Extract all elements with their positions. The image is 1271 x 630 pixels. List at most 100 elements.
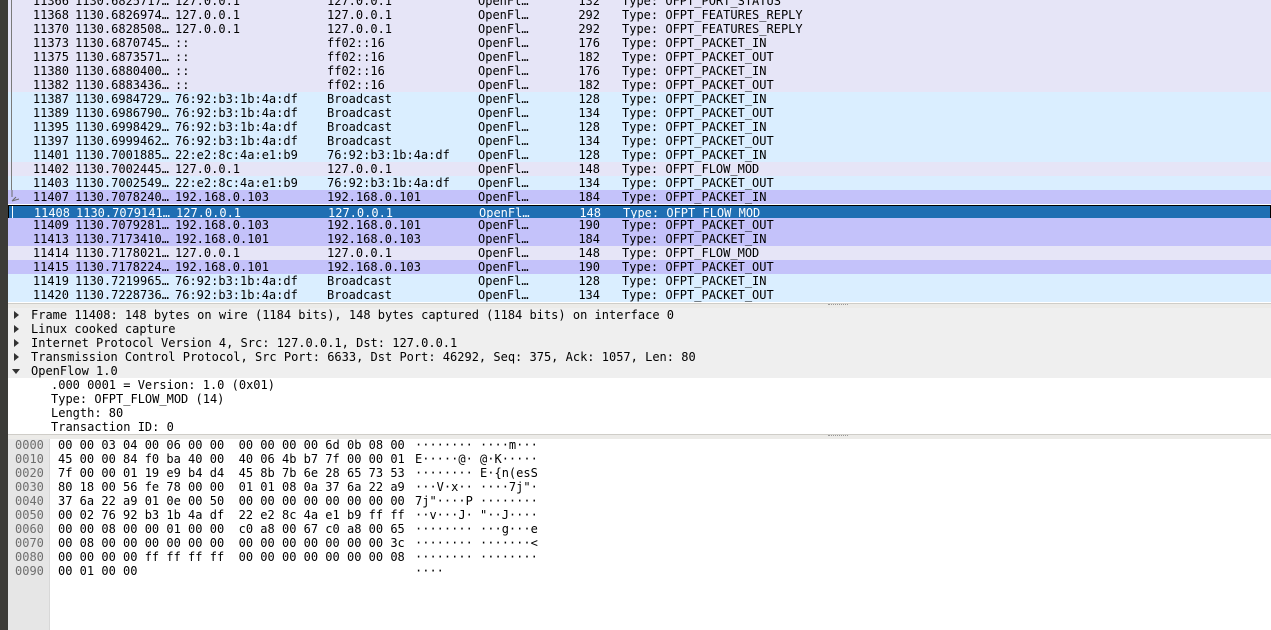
bytes-hex: 00 02 76 92 b3 1b 4a df 22 e2 8c 4a e1 b… — [58, 508, 405, 522]
packet-number: 11420 — [32, 288, 69, 302]
detail-tree-item[interactable]: Frame 11408: 148 bytes on wire (1184 bit… — [8, 308, 1271, 322]
packet-info: Type: OFPT_PORT_STATUS — [622, 0, 781, 8]
detail-field[interactable]: Length: 80 — [8, 406, 1271, 420]
packet-length: 176 — [578, 36, 600, 50]
bytes-hex: 00 00 03 04 00 06 00 00 00 00 00 00 6d 0… — [58, 438, 405, 452]
bytes-row[interactable]: 0090 00 01 00 00 ···· — [8, 564, 1271, 578]
packet-source: 22:e2:8c:4a:e1:b9 — [175, 148, 298, 162]
packet-destination: Broadcast — [327, 274, 393, 288]
packet-protocol: OpenFl… — [478, 232, 529, 246]
packet-time: 1130.7001885… — [75, 148, 169, 162]
packet-row[interactable]: 11389 1130.6986790… 76:92:b3:1b:4a:df Broad… — [8, 106, 1271, 120]
detail-tree-item[interactable]: Internet Protocol Version 4, Src: 127.0.… — [8, 336, 1271, 350]
packet-source: :: — [175, 78, 190, 92]
bytes-row[interactable]: 0030 80 18 00 56 fe 78 00 00 01 01 08 0a … — [8, 480, 1271, 494]
packet-protocol: OpenFl… — [478, 8, 529, 22]
detail-field[interactable]: Transaction ID: 0 — [8, 420, 1271, 434]
packet-info: Type: OFPT_FEATURES_REPLY — [622, 8, 803, 22]
packet-source: 76:92:b3:1b:4a:df — [175, 106, 298, 120]
packet-row[interactable]: 11395 1130.6998429… 76:92:b3:1b:4a:df Broad… — [8, 120, 1271, 134]
packet-row[interactable]: 11407 1130.7078240… 192.168.0.103 192.168.0… — [8, 190, 1271, 204]
packet-list[interactable]: 11366 1130.6825717… 127.0.0.1 127.0.0.1 Open… — [8, 0, 1271, 303]
packet-row[interactable]: 11401 1130.7001885… 22:e2:8c:4a:e1:b9 76:92… — [8, 148, 1271, 162]
bytes-row[interactable]: 0000 00 00 03 04 00 06 00 00 00 00 00 00 … — [8, 438, 1271, 452]
packet-row-selected[interactable]: 11408 1130.7079141… 127.0.0.1 127.0.0.1 Open… — [8, 205, 1271, 220]
packet-number: 11397 — [32, 134, 69, 148]
packet-protocol: OpenFl… — [478, 22, 529, 36]
packet-time: 1130.6986790… — [75, 106, 169, 120]
bytes-offset: 0080 — [15, 550, 44, 564]
expand-right-icon[interactable] — [14, 325, 19, 333]
packet-length: 134 — [578, 288, 600, 302]
bytes-row[interactable]: 0080 00 00 00 00 ff ff ff ff 00 00 00 00 … — [8, 550, 1271, 564]
packet-row[interactable]: 11382 1130.6883436…:: ff02::16 OpenFl… 182 Ty… — [8, 78, 1271, 92]
bytes-ascii: ········ ····m··· — [415, 438, 538, 452]
packet-destination: 127.0.0.1 — [327, 246, 393, 260]
packet-destination: 192.168.0.103 — [327, 232, 421, 246]
packet-destination: 192.168.0.101 — [327, 190, 421, 204]
packet-details-tree[interactable]: Frame 11408: 148 bytes on wire (1184 bit… — [8, 308, 1271, 434]
packet-row[interactable]: 11375 1130.6873571…:: ff02::16 OpenFl… 182 Ty… — [8, 50, 1271, 64]
packet-row[interactable]: 11370 1130.6828508… 127.0.0.1 127.0.0.1 Open… — [8, 22, 1271, 36]
packet-row[interactable]: 11419 1130.7219965… 76:92:b3:1b:4a:df Broad… — [8, 274, 1271, 288]
detail-tree-item[interactable]: Transmission Control Protocol, Src Port:… — [8, 350, 1271, 364]
packet-destination: 127.0.0.1 — [327, 8, 393, 22]
packet-info: Type: OFPT_FEATURES_REPLY — [622, 22, 803, 36]
packet-row[interactable]: 11368 1130.6826974… 127.0.0.1 127.0.0.1 Open… — [8, 8, 1271, 22]
packet-number: 11413 — [32, 232, 69, 246]
expand-right-icon[interactable] — [14, 311, 19, 319]
detail-text: Length: 80 — [51, 406, 124, 420]
bytes-ascii: ···V·x·· ····7j"· — [415, 480, 538, 494]
expand-down-icon[interactable] — [12, 369, 20, 374]
detail-text: Frame 11408: 148 bytes on wire (1184 bit… — [31, 308, 674, 322]
packet-row[interactable]: 11420 1130.7228736… 76:92:b3:1b:4a:df Broad… — [8, 288, 1271, 302]
detail-tree-item[interactable]: Linux cooked capture — [8, 322, 1271, 336]
packet-row[interactable]: 11409 1130.7079281… 192.168.0.103 192.168.0… — [8, 218, 1271, 232]
bytes-ascii: ········ ·······< — [415, 536, 538, 550]
packet-row[interactable]: 11366 1130.6825717… 127.0.0.1 127.0.0.1 Open… — [8, 0, 1271, 8]
bytes-offset: 0060 — [15, 522, 44, 536]
bytes-ascii: ········ ········ — [415, 550, 538, 564]
detail-field[interactable]: .000 0001 = Version: 1.0 (0x01) — [8, 378, 1271, 392]
packet-row[interactable]: 11397 1130.6999462… 76:92:b3:1b:4a:df Broad… — [8, 134, 1271, 148]
packet-info: Type: OFPT_PACKET_IN — [622, 232, 767, 246]
packet-source: 76:92:b3:1b:4a:df — [175, 134, 298, 148]
packet-info: Type: OFPT_PACKET_OUT — [622, 176, 774, 190]
packet-info: Type: OFPT_PACKET_IN — [622, 148, 767, 162]
packet-row[interactable]: 11403 1130.7002549… 22:e2:8c:4a:e1:b9 76:92… — [8, 176, 1271, 190]
bytes-row[interactable]: 0010 45 00 00 84 f0 ba 40 00 40 06 4b b7 … — [8, 452, 1271, 466]
packet-source: 127.0.0.1 — [175, 246, 241, 260]
bytes-row[interactable]: 0040 37 6a 22 a9 01 0e 00 50 00 00 00 00 … — [8, 494, 1271, 508]
packet-info: Type: OFPT_PACKET_IN — [622, 274, 767, 288]
packet-destination: 76:92:b3:1b:4a:df — [327, 176, 450, 190]
packet-row[interactable]: 11414 1130.7178021… 127.0.0.1 127.0.0.1 Open… — [8, 246, 1271, 260]
bytes-row[interactable]: 0050 00 02 76 92 b3 1b 4a df 22 e2 8c 4a … — [8, 508, 1271, 522]
expand-right-icon[interactable] — [14, 339, 19, 347]
packet-info: Type: OFPT_PACKET_OUT — [622, 288, 774, 302]
detail-tree-item[interactable]: OpenFlow 1.0 — [8, 364, 1271, 378]
packet-source: 76:92:b3:1b:4a:df — [175, 274, 298, 288]
packet-length: 182 — [578, 78, 600, 92]
packet-row[interactable]: 11373 1130.6870745…:: ff02::16 OpenFl… 176 Ty… — [8, 36, 1271, 50]
packet-bytes-pane[interactable]: 0000 00 00 03 04 00 06 00 00 00 00 00 00 … — [8, 438, 1271, 630]
packet-source: :: — [175, 50, 190, 64]
bytes-row[interactable]: 0070 00 08 00 00 00 00 00 00 00 00 00 00 … — [8, 536, 1271, 550]
packet-time: 1130.7173410… — [75, 232, 169, 246]
bytes-row[interactable]: 0060 00 00 08 00 00 01 00 00 c0 a8 00 67 … — [8, 522, 1271, 536]
packet-row[interactable]: 11413 1130.7173410… 192.168.0.101 192.168.0… — [8, 232, 1271, 246]
packet-destination: ff02::16 — [327, 64, 385, 78]
packet-number: 11387 — [32, 92, 69, 106]
packet-row[interactable]: 11415 1130.7178224… 192.168.0.101 192.168.0… — [8, 260, 1271, 274]
packet-length: 134 — [578, 134, 600, 148]
packet-row[interactable]: 11380 1130.6880400…:: ff02::16 OpenFl… 176 Ty… — [8, 64, 1271, 78]
bytes-row[interactable]: 0020 7f 00 00 01 19 e9 b4 d4 45 8b 7b 6e … — [8, 466, 1271, 480]
packet-source: 76:92:b3:1b:4a:df — [175, 288, 298, 302]
packet-row[interactable]: 11402 1130.7002445… 127.0.0.1 127.0.0.1 Open… — [8, 162, 1271, 176]
expand-right-icon[interactable] — [14, 353, 19, 361]
detail-field[interactable]: Type: OFPT_FLOW_MOD (14) — [8, 392, 1271, 406]
packet-info: Type: OFPT_PACKET_IN — [622, 36, 767, 50]
packet-length: 128 — [578, 120, 600, 134]
bytes-ascii: ··v···J· "··J···· — [415, 508, 538, 522]
packet-length: 190 — [578, 218, 600, 232]
packet-row[interactable]: 11387 1130.6984729… 76:92:b3:1b:4a:df Broad… — [8, 92, 1271, 106]
